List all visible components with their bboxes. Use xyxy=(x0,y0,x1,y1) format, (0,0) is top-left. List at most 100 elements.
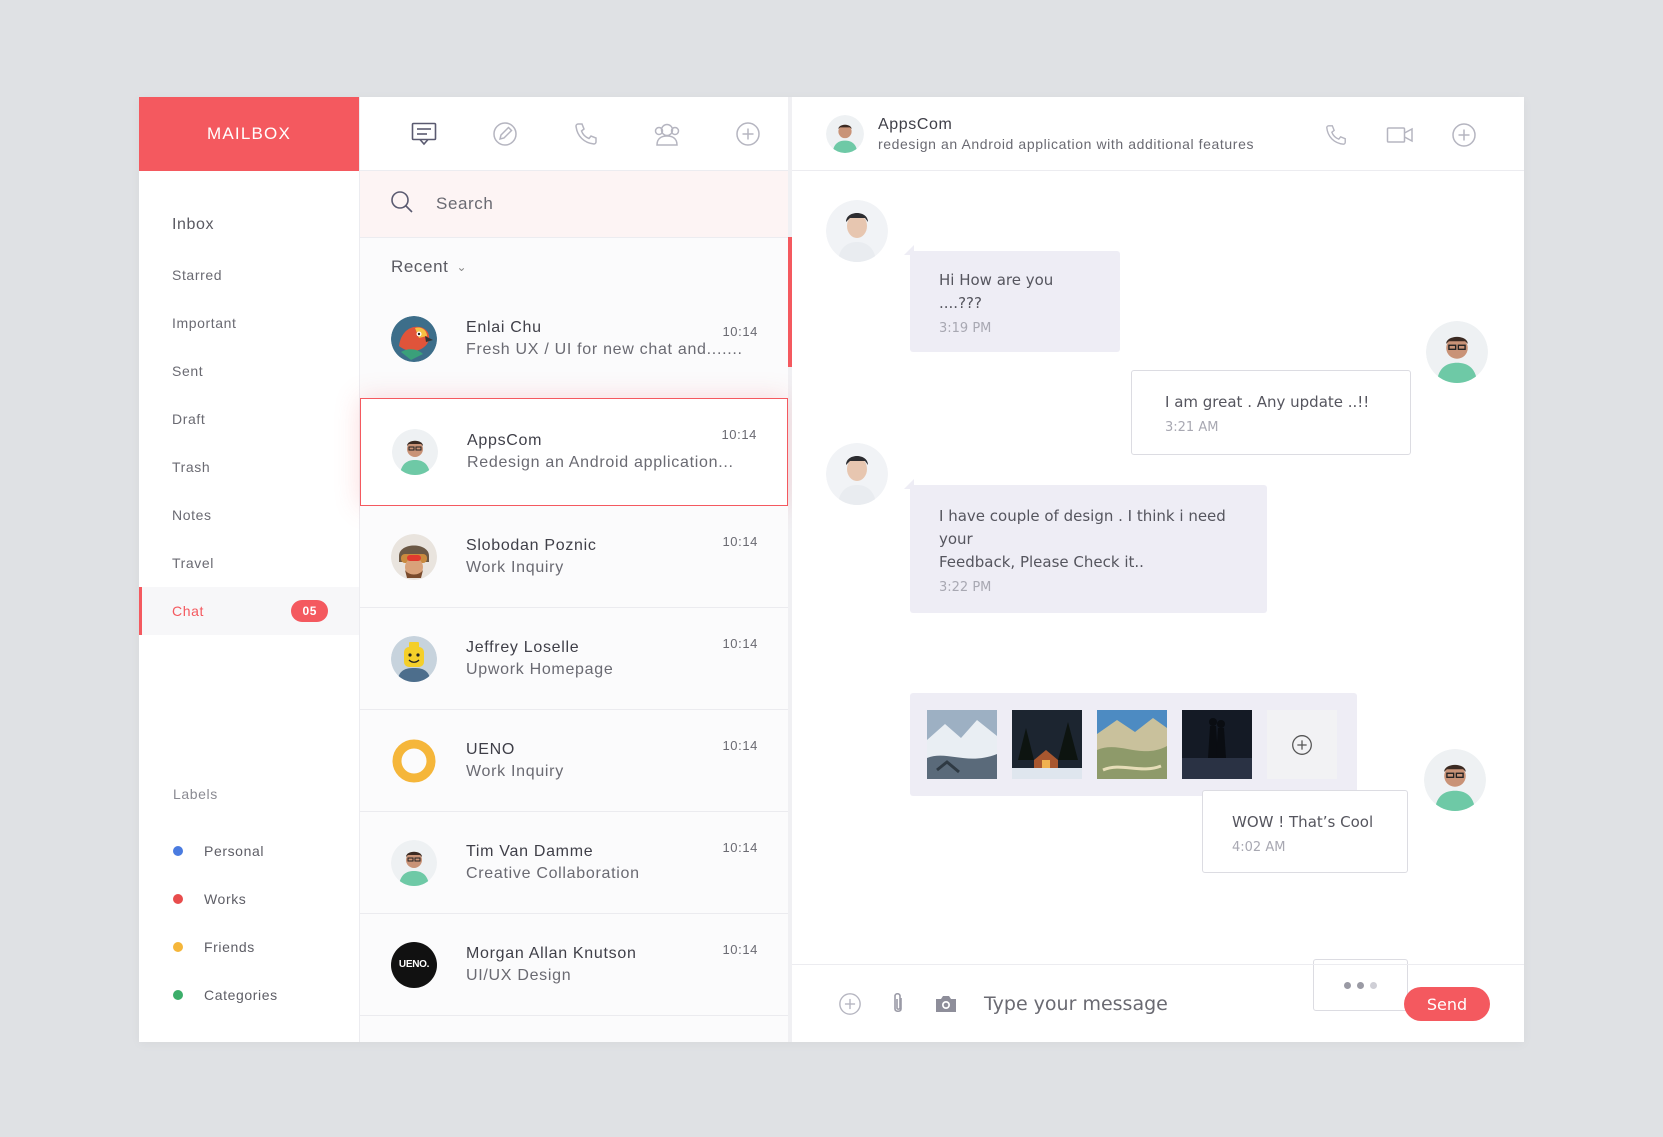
brand-logo: MAILBOX xyxy=(139,97,359,171)
contact-name: Enlai Chu xyxy=(466,319,542,336)
contact-name: Jeffrey Loselle xyxy=(466,638,580,656)
list-toolbar xyxy=(360,97,788,171)
sidebar-item-sent[interactable]: Sent xyxy=(139,347,359,395)
night-couple-photo[interactable] xyxy=(1182,710,1252,779)
man-glasses-avatar xyxy=(391,839,437,886)
video-call-icon[interactable] xyxy=(1368,119,1432,151)
search-input[interactable]: Search xyxy=(436,194,493,214)
unread-count-badge: 05 xyxy=(291,600,328,622)
snow-landscape-photo[interactable] xyxy=(927,710,997,779)
camera-icon[interactable] xyxy=(922,987,970,1021)
label-text: Personal xyxy=(204,843,265,859)
contact-row[interactable]: UENO. Morgan Allan Knutson UI/UX Design … xyxy=(360,914,788,1016)
phone-icon[interactable] xyxy=(546,114,627,154)
label-works[interactable]: Works xyxy=(173,875,278,923)
user-avatar xyxy=(1424,749,1486,811)
sidebar-item-trash[interactable]: Trash xyxy=(139,443,359,491)
search-icon xyxy=(390,190,414,219)
contact-name: Slobodan Poznic xyxy=(466,536,597,554)
label-dot-icon xyxy=(173,942,183,952)
recent-label: Recent xyxy=(391,257,449,276)
add-image-button[interactable] xyxy=(1267,710,1337,779)
contact-preview: UI/UX Design xyxy=(466,966,572,984)
message-composer: Type your message Send xyxy=(792,964,1524,1042)
label-friends[interactable]: Friends xyxy=(173,923,278,971)
sidebar-item-notes[interactable]: Notes xyxy=(139,491,359,539)
send-button[interactable]: Send xyxy=(1404,987,1490,1021)
outgoing-message[interactable]: I am great . Any update ..!! 3:21 AM xyxy=(1131,370,1411,455)
contact-name: AppsCom xyxy=(467,432,543,449)
chevron-down-icon: ⌄ xyxy=(456,260,468,274)
contact-preview: Fresh UX / UI for new chat and....... xyxy=(466,341,743,358)
contact-preview: Creative Collaboration xyxy=(466,864,640,882)
add-icon[interactable] xyxy=(707,114,788,154)
contact-name: Morgan Allan Knutson xyxy=(466,944,637,962)
sidebar: MAILBOX Inbox Starred Important Sent Dra… xyxy=(139,97,360,1042)
add-icon[interactable] xyxy=(826,987,874,1021)
add-icon xyxy=(1292,734,1312,755)
paperclip-icon[interactable] xyxy=(874,987,922,1021)
sidebar-item-important[interactable]: Important xyxy=(139,299,359,347)
label-personal[interactable]: Personal xyxy=(173,827,278,875)
contact-preview: Work Inquiry xyxy=(466,762,564,780)
image-gallery xyxy=(910,693,1357,796)
message-input[interactable]: Type your message xyxy=(984,993,1168,1015)
sidebar-item-draft[interactable]: Draft xyxy=(139,395,359,443)
mailbox-app: MAILBOX Inbox Starred Important Sent Dra… xyxy=(139,97,1524,1042)
label-dot-icon xyxy=(173,990,183,1000)
chat-icon[interactable] xyxy=(384,114,465,154)
contact-time: 10:14 xyxy=(722,534,758,549)
sidebar-item-chat[interactable]: Chat 05 xyxy=(139,587,359,635)
contact-preview: Upwork Homepage xyxy=(466,660,614,678)
phone-icon[interactable] xyxy=(1304,119,1368,151)
message-text-line-1: I have couple of design . I think i need… xyxy=(939,507,1226,548)
outgoing-message[interactable]: WOW ! That’s Cool 4:02 AM xyxy=(1202,790,1408,873)
message-time: 3:21 AM xyxy=(1165,420,1219,435)
contact-time: 10:14 xyxy=(722,840,758,855)
label-text: Works xyxy=(204,891,247,907)
label-text: Categories xyxy=(204,987,278,1003)
labels-list: Personal Works Friends Categories xyxy=(173,827,278,1019)
search-bar[interactable]: Search xyxy=(360,171,788,238)
message-thread[interactable]: Hi How are you ....??? 3:19 PM I am grea… xyxy=(792,171,1524,1011)
message-time: 3:22 PM xyxy=(939,580,992,595)
labels-heading: Labels xyxy=(173,786,218,802)
contact-row[interactable]: Enlai Chu Fresh UX / UI for new chat and… xyxy=(360,296,788,382)
contact-row[interactable]: Jeffrey Loselle Upwork Homepage 10:14 xyxy=(360,608,788,710)
ueno-logo-avatar: UENO. xyxy=(391,941,437,988)
contact-row-selected[interactable]: AppsCom Redesign an Android application.… xyxy=(360,398,788,506)
ring-avatar xyxy=(391,738,437,784)
contacts-icon[interactable] xyxy=(626,114,707,154)
label-dot-icon xyxy=(173,846,183,856)
contact-row[interactable]: Tim Van Damme Creative Collaboration 10:… xyxy=(360,812,788,914)
add-icon[interactable] xyxy=(1432,119,1496,151)
contact-time: 10:14 xyxy=(722,942,758,957)
sidebar-item-inbox[interactable]: Inbox xyxy=(139,199,359,251)
sender-avatar xyxy=(826,443,888,505)
message-time: 4:02 AM xyxy=(1232,840,1286,855)
chat-panel: AppsCom redesign an Android application … xyxy=(792,97,1524,1042)
contact-row[interactable]: Slobodan Poznic Work Inquiry 10:14 xyxy=(360,506,788,608)
message-text-line-2: Feedback, Please Check it.. xyxy=(939,553,1144,571)
mountain-lake-photo[interactable] xyxy=(1097,710,1167,779)
parrot-avatar xyxy=(391,316,437,362)
sidebar-item-starred[interactable]: Starred xyxy=(139,251,359,299)
incoming-message[interactable]: I have couple of design . I think i need… xyxy=(904,479,1267,613)
compose-icon[interactable] xyxy=(465,114,546,154)
conversation-list-panel: Search Recent ⌄ Enlai Chu Fresh UX / UI … xyxy=(360,97,792,1042)
contact-time: 10:14 xyxy=(722,636,758,651)
lego-avatar xyxy=(391,635,437,682)
incoming-message[interactable]: Hi How are you ....??? 3:19 PM xyxy=(904,245,1120,352)
helmet-avatar xyxy=(391,533,437,580)
chat-header: AppsCom redesign an Android application … xyxy=(792,97,1524,171)
sender-avatar xyxy=(826,200,888,262)
contact-name: Tim Van Damme xyxy=(466,842,594,860)
cabin-night-photo[interactable] xyxy=(1012,710,1082,779)
sidebar-item-label: Chat xyxy=(172,603,204,619)
label-categories[interactable]: Categories xyxy=(173,971,278,1019)
recent-dropdown[interactable]: Recent ⌄ xyxy=(360,238,788,296)
contact-row[interactable]: UENO Work Inquiry 10:14 xyxy=(360,710,788,812)
man-glasses-avatar xyxy=(826,114,864,153)
man-glasses-avatar xyxy=(392,429,438,475)
sidebar-item-travel[interactable]: Travel xyxy=(139,539,359,587)
